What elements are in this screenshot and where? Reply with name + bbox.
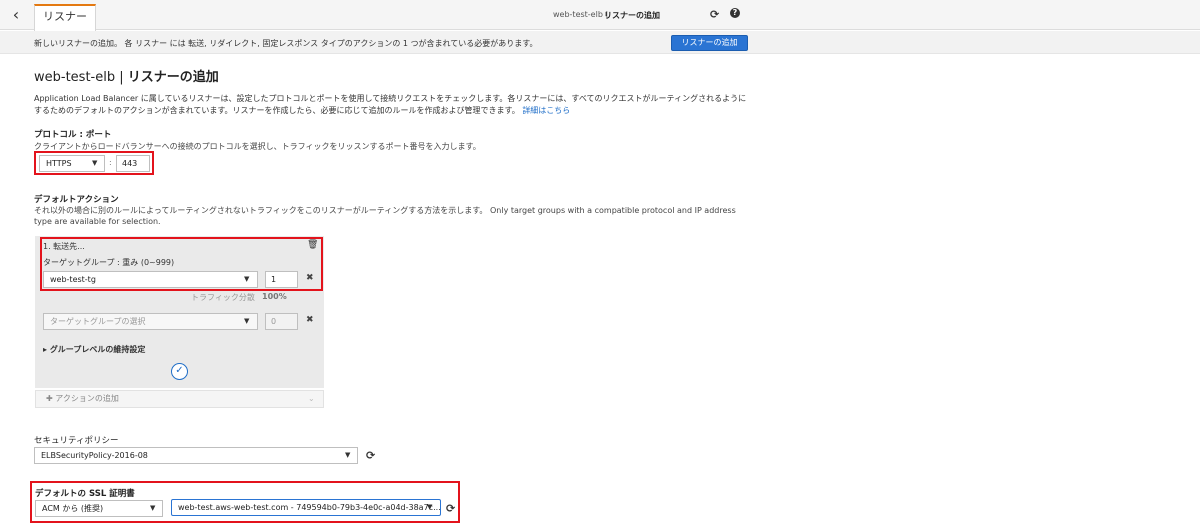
page-description: Application Load Balancer に属しているリスナーは、設定… <box>34 93 754 117</box>
tab-listener[interactable]: リスナー <box>34 4 96 31</box>
breadcrumb-parent: web-test-elb | <box>553 10 609 19</box>
chevron-down-icon: ⌄ <box>308 394 315 403</box>
add-action-label: アクションの追加 <box>55 394 119 403</box>
remove-second-target-icon[interactable]: ✖ <box>306 315 314 325</box>
protocol-label: プロトコル : ポート <box>34 130 112 140</box>
refresh-certs-icon[interactable]: ⟳ <box>446 502 455 515</box>
breadcrumb-current: リスナーの追加 <box>604 11 660 20</box>
security-policy-select[interactable]: ELBSecurityPolicy-2016-08 ▼ <box>34 447 358 464</box>
refresh-policies-icon[interactable]: ⟳ <box>366 449 375 462</box>
chevron-down-icon: ▼ <box>345 451 351 459</box>
remove-target-icon[interactable]: ✖ <box>306 273 314 283</box>
ssl-cert-value: web-test.aws-web-test.com - 749594b0-79b… <box>178 503 441 512</box>
second-weight-input[interactable]: 0 <box>265 313 298 330</box>
weight-input[interactable]: 1 <box>265 271 298 288</box>
chevron-down-icon: ▼ <box>92 159 98 167</box>
ssl-cert-select[interactable]: web-test.aws-web-test.com - 749594b0-79b… <box>171 499 441 516</box>
default-action-label: デフォルトアクション <box>34 195 119 205</box>
security-policy-label: セキュリティポリシー <box>34 436 119 446</box>
protocol-select-value: HTTPS <box>46 159 72 168</box>
back-icon[interactable]: ‹ <box>4 4 28 26</box>
page-title: web-test-elb | リスナーの追加 <box>34 66 219 85</box>
chevron-down-icon: ▼ <box>244 317 250 325</box>
group-stickiness-toggle[interactable]: ▸ グループレベルの維持設定 <box>43 344 145 355</box>
plus-icon: ✚ <box>46 394 56 403</box>
page-description-text: Application Load Balancer に属しているリスナーは、設定… <box>34 94 747 115</box>
security-policy-value: ELBSecurityPolicy-2016-08 <box>41 451 148 460</box>
chevron-down-icon: ▼ <box>150 504 156 512</box>
traffic-distribution-label: トラフィック分散 <box>191 293 255 302</box>
ssl-source-value: ACM から (推奨) <box>42 504 104 513</box>
info-text: 新しいリスナーの追加。 各 リスナー には 転送, リダイレクト, 固定レスポン… <box>34 39 538 48</box>
second-target-group-select[interactable]: ターゲットグループの選択 ▼ <box>43 313 258 330</box>
ssl-cert-label: デフォルトの SSL 証明書 <box>35 489 135 499</box>
caret-right-icon: ▸ <box>43 345 50 354</box>
page-title-main: リスナーの追加 <box>127 70 219 85</box>
details-link[interactable]: 詳細はこちら <box>522 106 570 115</box>
top-bar: ‹ リスナー web-test-elb | リスナーの追加 ⟳ ? <box>0 0 1200 31</box>
refresh-icon[interactable]: ⟳ <box>710 8 719 21</box>
ssl-source-select[interactable]: ACM から (推奨) ▼ <box>35 500 163 517</box>
add-action-select[interactable]: ✚ アクションの追加 ⌄ <box>35 390 324 408</box>
traffic-distribution-value: 100% <box>262 292 287 301</box>
trash-icon[interactable]: 🗑 <box>307 240 318 250</box>
group-stickiness-label: グループレベルの維持設定 <box>49 345 146 354</box>
info-bar: 新しいリスナーの追加。 各 リスナー には 転送, リダイレクト, 固定レスポン… <box>0 31 1200 54</box>
protocol-select[interactable]: HTTPS ▼ <box>39 155 105 172</box>
help-icon[interactable]: ? <box>730 8 740 18</box>
port-input[interactable]: 443 <box>116 155 150 172</box>
second-target-group-placeholder: ターゲットグループの選択 <box>50 317 146 326</box>
chevron-down-icon: ▼ <box>244 275 250 283</box>
port-separator: : <box>109 158 112 167</box>
target-group-value: web-test-tg <box>50 275 96 284</box>
target-group-label: ターゲットグループ : 重み (0~999) <box>43 258 175 267</box>
confirm-check-icon[interactable]: ✓ <box>171 363 188 380</box>
default-action-description: それ以外の場合に別のルールによってルーティングされないトラフィックをこのリスナー… <box>34 206 736 226</box>
page-title-prefix: web-test-elb | <box>34 70 128 85</box>
target-group-select[interactable]: web-test-tg ▼ <box>43 271 258 288</box>
action-title: 1. 転送先... <box>43 242 85 251</box>
add-listener-button[interactable]: リスナーの追加 <box>671 35 748 51</box>
chevron-down-icon: ▼ <box>427 503 433 511</box>
